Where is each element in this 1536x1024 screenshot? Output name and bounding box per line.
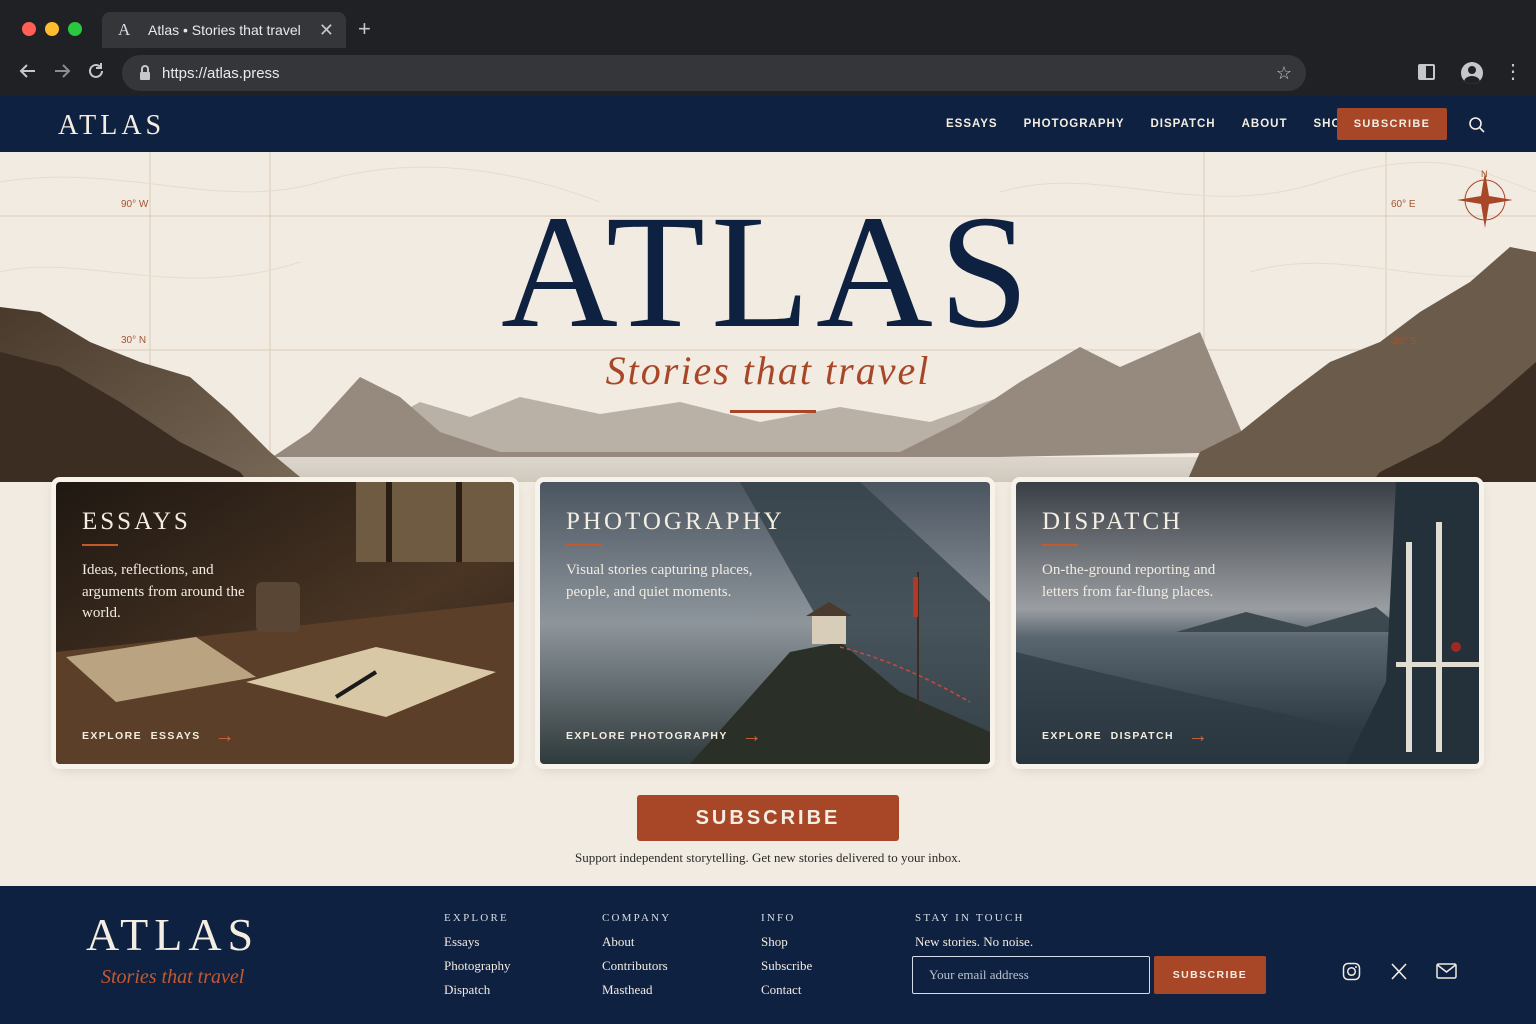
- minimize-window-button[interactable]: [45, 22, 59, 36]
- card-dispatch[interactable]: DISPATCH On-the-ground reporting and let…: [1016, 482, 1479, 764]
- card-divider: [82, 544, 118, 546]
- hero-section: 90° W 30° N 60° E 30° S N ATLAS Stories …: [0, 152, 1536, 886]
- nav-link-dispatch[interactable]: DISPATCH: [1151, 118, 1216, 130]
- zoom-window-button[interactable]: [68, 22, 82, 36]
- new-tab-icon[interactable]: +: [358, 18, 371, 40]
- footer-newsletter: STAY IN TOUCH New stories. No noise.: [915, 912, 1033, 950]
- subscribe-note: Support independent storytelling. Get ne…: [575, 850, 961, 865]
- card-description: On-the-ground reporting and letters from…: [1042, 562, 1216, 600]
- card-link-label: EXPLORE ESSAYS: [82, 730, 201, 742]
- close-window-button[interactable]: [22, 22, 36, 36]
- arrow-right-icon: →: [1187, 725, 1210, 747]
- subscribe-button[interactable]: SUBSCRIBE: [637, 795, 899, 841]
- footer-column-heading: INFO: [761, 912, 796, 924]
- footer-link-masthead[interactable]: Masthead: [602, 982, 671, 1006]
- favicon-icon: A: [118, 20, 131, 39]
- reload-icon[interactable]: [86, 61, 106, 86]
- tab-title: Atlas • Stories that travel: [148, 22, 301, 38]
- card-essays[interactable]: ESSAYS Ideas, reflections, and arguments…: [56, 482, 514, 764]
- browser-tab[interactable]: A Atlas • Stories that travel ✕: [102, 12, 346, 48]
- address-bar[interactable]: https://atlas.press ☆: [122, 55, 1306, 91]
- x-icon[interactable]: [1390, 962, 1408, 986]
- close-icon[interactable]: ✕: [319, 20, 334, 41]
- back-icon[interactable]: [18, 61, 38, 86]
- hero-title: ATLAS: [500, 183, 1036, 362]
- explore-photography-link[interactable]: EXPLORE PHOTOGRAPHY →: [566, 725, 764, 747]
- hero-tagline: Stories that travel: [605, 348, 931, 393]
- newsletter-note: New stories. No noise.: [915, 934, 1034, 949]
- footer-tagline: Stories that travel: [101, 966, 245, 988]
- footer-link-subscribe[interactable]: Subscribe: [761, 958, 812, 982]
- card-title: PHOTOGRAPHY: [566, 508, 785, 535]
- footer-column-heading: EXPLORE: [444, 912, 509, 924]
- footer-logo[interactable]: ATLAS: [86, 912, 259, 958]
- nav-link-essays[interactable]: ESSAYS: [946, 118, 998, 130]
- profile-icon[interactable]: [1461, 62, 1483, 84]
- nav-link-about[interactable]: ABOUT: [1242, 118, 1288, 130]
- footer-column-heading: COMPANY: [602, 912, 672, 924]
- main-nav: ESSAYS PHOTOGRAPHY DISPATCH ABOUT SHOP: [946, 96, 1376, 152]
- mail-icon[interactable]: [1436, 962, 1457, 985]
- card-description: Visual stories capturing places, people,…: [566, 562, 753, 600]
- arrow-right-icon: →: [741, 725, 764, 747]
- nav-subscribe-button[interactable]: SUBSCRIBE: [1337, 108, 1447, 140]
- email-field[interactable]: [912, 956, 1150, 994]
- card-link-label: EXPLORE DISPATCH: [1042, 730, 1174, 742]
- forward-icon[interactable]: [52, 61, 72, 86]
- search-icon[interactable]: [1468, 116, 1486, 139]
- site-logo[interactable]: ATLAS: [58, 110, 165, 142]
- side-panel-icon[interactable]: [1418, 64, 1435, 80]
- footer-column-heading: STAY IN TOUCH: [915, 912, 1025, 924]
- site-footer: ATLAS Stories that travel EXPLORE Essays…: [0, 886, 1536, 1024]
- nav-link-photography[interactable]: PHOTOGRAPHY: [1024, 118, 1125, 130]
- footer-link-contributors[interactable]: Contributors: [602, 958, 671, 982]
- star-icon[interactable]: ☆: [1276, 63, 1292, 84]
- compass-label: N: [1481, 169, 1488, 179]
- card-description: Ideas, reflections, and arguments from a…: [82, 562, 245, 621]
- card-divider: [566, 544, 602, 546]
- footer-link-contact[interactable]: Contact: [761, 982, 812, 1006]
- footer-link-photography[interactable]: Photography: [444, 958, 510, 982]
- card-link-label: EXPLORE PHOTOGRAPHY: [566, 730, 728, 742]
- menu-icon[interactable]: ⋮: [1503, 62, 1523, 82]
- explore-dispatch-link[interactable]: EXPLORE DISPATCH →: [1042, 725, 1210, 747]
- card-photography[interactable]: PHOTOGRAPHY Visual stories capturing pla…: [540, 482, 990, 764]
- footer-column-company: COMPANY About Contributors Masthead: [602, 912, 671, 1006]
- arrow-right-icon: →: [214, 725, 237, 747]
- window-controls: [22, 22, 82, 36]
- explore-essays-link[interactable]: EXPLORE ESSAYS →: [82, 725, 237, 747]
- card-title: DISPATCH: [1042, 508, 1184, 535]
- footer-link-shop[interactable]: Shop: [761, 934, 812, 958]
- footer-column-info: INFO Shop Subscribe Contact: [761, 912, 812, 1006]
- card-divider: [1042, 544, 1078, 546]
- footer-link-dispatch[interactable]: Dispatch: [444, 982, 510, 1006]
- footer-column-explore: EXPLORE Essays Photography Dispatch: [444, 912, 510, 1006]
- lock-icon: [140, 65, 150, 80]
- browser-chrome: A Atlas • Stories that travel ✕ + https:…: [0, 0, 1536, 96]
- url-text[interactable]: https://atlas.press: [162, 65, 1276, 82]
- footer-subscribe-button[interactable]: SUBSCRIBE: [1154, 956, 1266, 994]
- footer-link-essays[interactable]: Essays: [444, 934, 510, 958]
- footer-link-about[interactable]: About: [602, 934, 671, 958]
- hero-divider: [730, 410, 816, 413]
- site-header: ATLAS ESSAYS PHOTOGRAPHY DISPATCH ABOUT …: [0, 96, 1536, 152]
- instagram-icon[interactable]: [1342, 962, 1361, 986]
- card-title: ESSAYS: [82, 508, 191, 535]
